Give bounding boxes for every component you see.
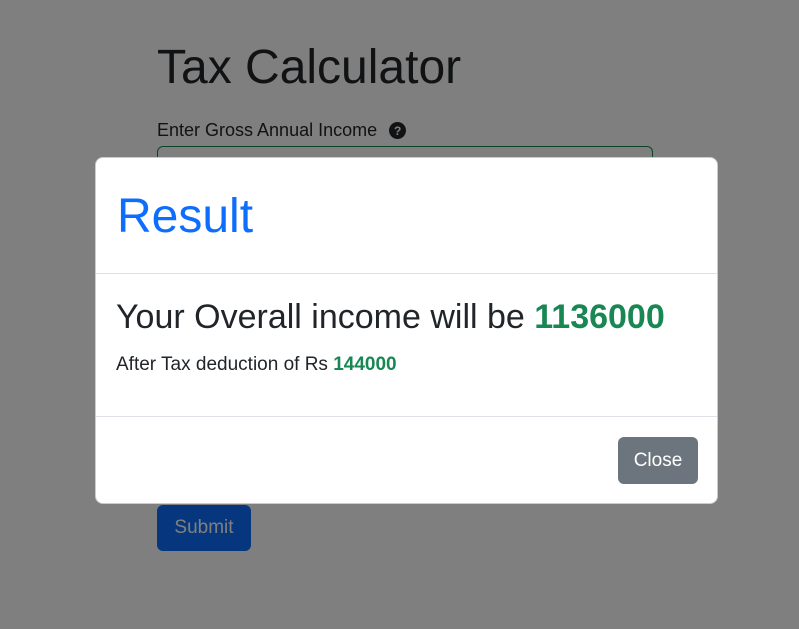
modal-header: Result [96,158,717,274]
modal-title: Result [117,190,254,243]
modal-body: Your Overall income will be 1136000 Afte… [96,274,717,417]
tax-deduction-prefix: After Tax deduction of Rs [116,354,334,375]
tax-deduction-value: 144000 [333,354,397,375]
overall-income-text: Your Overall income will be 1136000 [116,296,665,338]
modal-footer: Close [96,417,717,503]
overall-income-prefix: Your Overall income will be [116,298,535,336]
overall-income-value: 1136000 [534,298,665,336]
tax-deduction-text: After Tax deduction of Rs 144000 [116,354,397,376]
result-modal: Result Your Overall income will be 11360… [95,157,718,504]
close-button[interactable]: Close [618,437,698,484]
